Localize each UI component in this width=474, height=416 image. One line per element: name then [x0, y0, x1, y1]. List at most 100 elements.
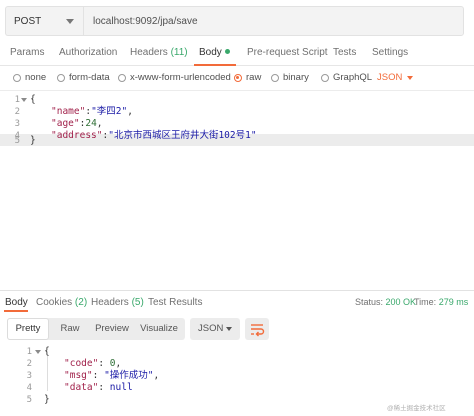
tab-response-body[interactable]: Body	[5, 297, 28, 308]
radio-graphql-label: GraphQL	[333, 72, 373, 83]
tab-headers[interactable]: Headers (11)	[130, 47, 188, 58]
code-line: "age":24,	[51, 118, 103, 130]
radio-form-data-label: form-data	[69, 72, 110, 83]
json-sep: :	[98, 382, 110, 393]
code-line: }	[30, 135, 36, 146]
json-trail: ,	[115, 358, 122, 369]
chevron-down-icon	[66, 19, 74, 24]
chevron-down-icon	[226, 327, 232, 331]
method-select[interactable]: POST	[5, 6, 83, 36]
line-number: 5	[26, 395, 32, 405]
status-label: Status:	[355, 297, 384, 307]
body-format-label: JSON	[377, 72, 403, 83]
code-line: {	[30, 94, 36, 105]
radio-form-data[interactable]: form-data	[57, 72, 110, 83]
line-number: 2	[14, 107, 20, 117]
tab-cookies[interactable]: Cookies (2)	[36, 297, 87, 308]
response-tabs: Body Cookies (2) Headers (5) Test Result…	[0, 290, 474, 312]
tab-response-headers-label: Headers	[91, 297, 129, 308]
code-line: "data": null	[64, 382, 133, 394]
radio-circle-icon	[321, 73, 329, 82]
line-number: 1	[26, 347, 32, 357]
response-format-label: JSON	[198, 323, 224, 334]
radio-x-www-form-urlencoded[interactable]: x-www-form-urlencoded	[118, 72, 231, 83]
view-mode-segmented: Pretty Raw Preview Visualize	[7, 318, 185, 340]
line-number: 3	[26, 371, 32, 381]
tab-body[interactable]: Body	[199, 47, 230, 58]
code-line: }	[44, 394, 50, 405]
json-value: "操作成功"	[104, 370, 154, 381]
view-visualize[interactable]: Visualize	[135, 318, 183, 340]
json-trail: ,	[153, 370, 160, 381]
json-trail: ,	[96, 118, 103, 129]
json-value: "北京市西城区王府井大街102号1"	[108, 130, 257, 141]
url-input[interactable]: localhost:9092/jpa/save	[83, 6, 464, 36]
radio-circle-icon	[13, 73, 21, 82]
tab-test-results[interactable]: Test Results	[148, 297, 202, 308]
radio-raw-label: raw	[246, 72, 262, 83]
wrap-lines-button[interactable]	[245, 318, 269, 340]
radio-binary[interactable]: binary	[271, 72, 309, 83]
radio-graphql[interactable]: GraphQL	[321, 72, 372, 83]
fold-arrow-icon[interactable]	[21, 97, 27, 103]
wrap-lines-icon	[251, 324, 265, 337]
line-number: 2	[26, 359, 32, 369]
fold-arrow-icon[interactable]	[35, 349, 41, 355]
method-label: POST	[14, 15, 42, 27]
body-type-selector: none form-data x-www-form-urlencoded raw…	[0, 70, 474, 86]
view-pretty[interactable]: Pretty	[7, 318, 49, 340]
time-value: 279 ms	[438, 297, 469, 307]
tab-cookies-label: Cookies	[36, 297, 73, 308]
json-value: "李四2"	[91, 106, 128, 117]
watermark: @稀土掘金技术社区	[387, 405, 446, 412]
json-value: null	[109, 382, 133, 393]
radio-none-label: none	[25, 72, 47, 83]
json-key: "data"	[64, 382, 99, 393]
request-body-editor[interactable]: 1 { 2 "name":"李四2", 3 "age":24, 4 "addre…	[0, 90, 474, 290]
radio-binary-label: binary	[283, 72, 309, 83]
tab-authorization[interactable]: Authorization	[59, 47, 117, 58]
radio-raw[interactable]: raw	[234, 72, 261, 83]
line-number: 1	[14, 95, 20, 105]
tab-response-headers[interactable]: Headers (5)	[91, 297, 144, 308]
json-key: "msg"	[64, 370, 93, 381]
code-line: "name":"李四2",	[51, 106, 133, 118]
json-key: "address"	[51, 130, 103, 141]
tab-params[interactable]: Params	[10, 47, 44, 58]
tab-settings[interactable]: Settings	[372, 47, 408, 58]
response-time: Time: 279 ms	[414, 297, 468, 307]
active-tab-indicator	[194, 64, 236, 66]
body-modified-dot-icon	[224, 48, 230, 54]
radio-circle-icon	[118, 73, 126, 82]
active-tab-indicator	[4, 310, 28, 312]
json-trail: ,	[127, 106, 133, 117]
request-url-bar: POST localhost:9092/jpa/save	[5, 6, 464, 36]
json-sep: :	[98, 358, 110, 369]
url-text: localhost:9092/jpa/save	[93, 15, 198, 27]
radio-circle-icon	[271, 73, 279, 82]
request-tabs: Params Authorization Headers (11) Body P…	[0, 40, 474, 66]
radio-urlencoded-label: x-www-form-urlencoded	[130, 72, 231, 83]
json-key: "code"	[64, 358, 99, 369]
radio-circle-icon	[57, 73, 65, 82]
json-key: "age"	[51, 118, 80, 129]
json-key: "name"	[51, 106, 86, 117]
response-view-toolbar: Pretty Raw Preview Visualize JSON	[0, 314, 474, 344]
code-line: {	[44, 346, 50, 357]
tab-headers-count: (11)	[170, 47, 188, 58]
radio-none[interactable]: none	[13, 72, 46, 83]
line-number: 4	[26, 383, 32, 393]
tab-pre-request-script[interactable]: Pre-request Script	[247, 47, 328, 58]
json-value: 24	[85, 118, 97, 129]
response-status: Status: 200 OK	[355, 297, 416, 307]
tab-tests[interactable]: Tests	[333, 47, 356, 58]
code-line: "code": 0,	[64, 358, 121, 370]
status-value: 200 OK	[385, 297, 417, 307]
response-format-dropdown[interactable]: JSON	[190, 318, 240, 340]
tab-body-label: Body	[199, 47, 222, 58]
line-number: 3	[14, 119, 20, 129]
view-raw[interactable]: Raw	[51, 318, 89, 340]
view-preview[interactable]: Preview	[91, 318, 133, 340]
tab-cookies-count: (2)	[74, 297, 88, 308]
body-format-dropdown[interactable]: JSON	[377, 72, 414, 83]
